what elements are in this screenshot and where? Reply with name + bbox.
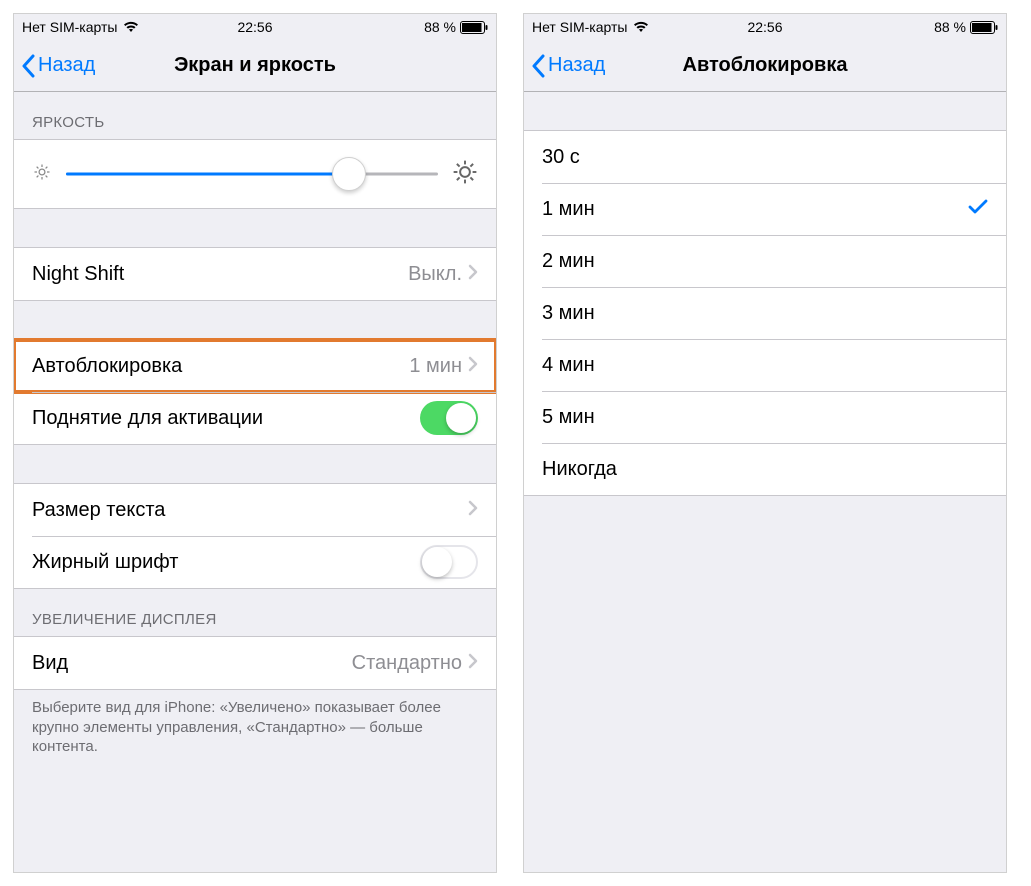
slider-thumb[interactable]	[332, 157, 366, 191]
view-footer-text: Выберите вид для iPhone: «Увеличено» пок…	[14, 690, 496, 771]
autolock-option[interactable]: 2 мин	[524, 235, 1006, 287]
nav-bar: Назад Экран и яркость	[14, 40, 496, 92]
back-label: Назад	[38, 54, 95, 77]
night-shift-cell[interactable]: Night Shift Выкл.	[14, 248, 496, 300]
chevron-right-icon	[468, 499, 478, 522]
sun-large-icon	[452, 159, 478, 190]
cell-label: Night Shift	[32, 263, 408, 286]
clock: 22:56	[237, 19, 272, 35]
autolock-option[interactable]: Никогда	[524, 443, 1006, 495]
back-button[interactable]: Назад	[530, 54, 605, 78]
autolock-option[interactable]: 4 мин	[524, 339, 1006, 391]
option-label: 3 мин	[542, 302, 988, 325]
option-label: 4 мин	[542, 354, 988, 377]
section-header-brightness: ЯРКОСТЬ	[14, 92, 496, 139]
view-cell[interactable]: Вид Стандартно	[14, 637, 496, 689]
option-label: 30 с	[542, 146, 988, 169]
phone-autolock: Нет SIM-карты 22:56 88 % Назад Автоблоки…	[523, 13, 1007, 873]
option-label: Никогда	[542, 458, 988, 481]
phone-display-brightness: Нет SIM-карты 22:56 88 % Назад Экран и я…	[13, 13, 497, 873]
chevron-right-icon	[468, 355, 478, 378]
wifi-icon	[123, 21, 139, 33]
option-label: 1 мин	[542, 198, 968, 221]
cell-label: Вид	[32, 652, 352, 675]
cell-label: Поднятие для активации	[32, 407, 420, 430]
options-content: 30 с 1 мин 2 мин 3 мин 4 мин 5 мин Никогда	[524, 92, 1006, 872]
clock: 22:56	[747, 19, 782, 35]
settings-content: ЯРКОСТЬ Night Shift Выкл.	[14, 92, 496, 872]
bold-text-cell: Жирный шрифт	[14, 536, 496, 588]
status-bar: Нет SIM-карты 22:56 88 %	[524, 14, 1006, 40]
status-bar: Нет SIM-карты 22:56 88 %	[14, 14, 496, 40]
carrier-label: Нет SIM-карты	[22, 19, 117, 35]
battery-icon	[970, 21, 998, 34]
raise-to-wake-switch[interactable]	[420, 401, 478, 435]
section-header-display-zoom: УВЕЛИЧЕНИЕ ДИСПЛЕЯ	[14, 589, 496, 636]
back-button[interactable]: Назад	[20, 54, 95, 78]
cell-label: Автоблокировка	[32, 355, 409, 378]
brightness-slider-cell	[14, 140, 496, 208]
autolock-cell[interactable]: Автоблокировка 1 мин	[14, 340, 496, 392]
option-label: 2 мин	[542, 250, 988, 273]
wifi-icon	[633, 21, 649, 33]
raise-to-wake-cell: Поднятие для активации	[14, 392, 496, 444]
autolock-option[interactable]: 5 мин	[524, 391, 1006, 443]
nav-bar: Назад Автоблокировка	[524, 40, 1006, 92]
chevron-right-icon	[468, 652, 478, 675]
option-label: 5 мин	[542, 406, 988, 429]
text-size-cell[interactable]: Размер текста	[14, 484, 496, 536]
battery-pct: 88 %	[424, 19, 456, 35]
cell-value: Стандартно	[352, 652, 462, 675]
battery-icon	[460, 21, 488, 34]
brightness-slider[interactable]	[66, 156, 438, 192]
sun-small-icon	[32, 162, 52, 187]
back-label: Назад	[548, 54, 605, 77]
cell-label: Размер текста	[32, 499, 468, 522]
chevron-right-icon	[468, 263, 478, 286]
autolock-option[interactable]: 1 мин	[524, 183, 1006, 235]
cell-value: 1 мин	[409, 355, 462, 378]
bold-text-switch[interactable]	[420, 545, 478, 579]
carrier-label: Нет SIM-карты	[532, 19, 627, 35]
battery-pct: 88 %	[934, 19, 966, 35]
autolock-option[interactable]: 3 мин	[524, 287, 1006, 339]
checkmark-icon	[968, 198, 988, 221]
cell-label: Жирный шрифт	[32, 551, 420, 574]
autolock-option[interactable]: 30 с	[524, 131, 1006, 183]
cell-value: Выкл.	[408, 263, 462, 286]
